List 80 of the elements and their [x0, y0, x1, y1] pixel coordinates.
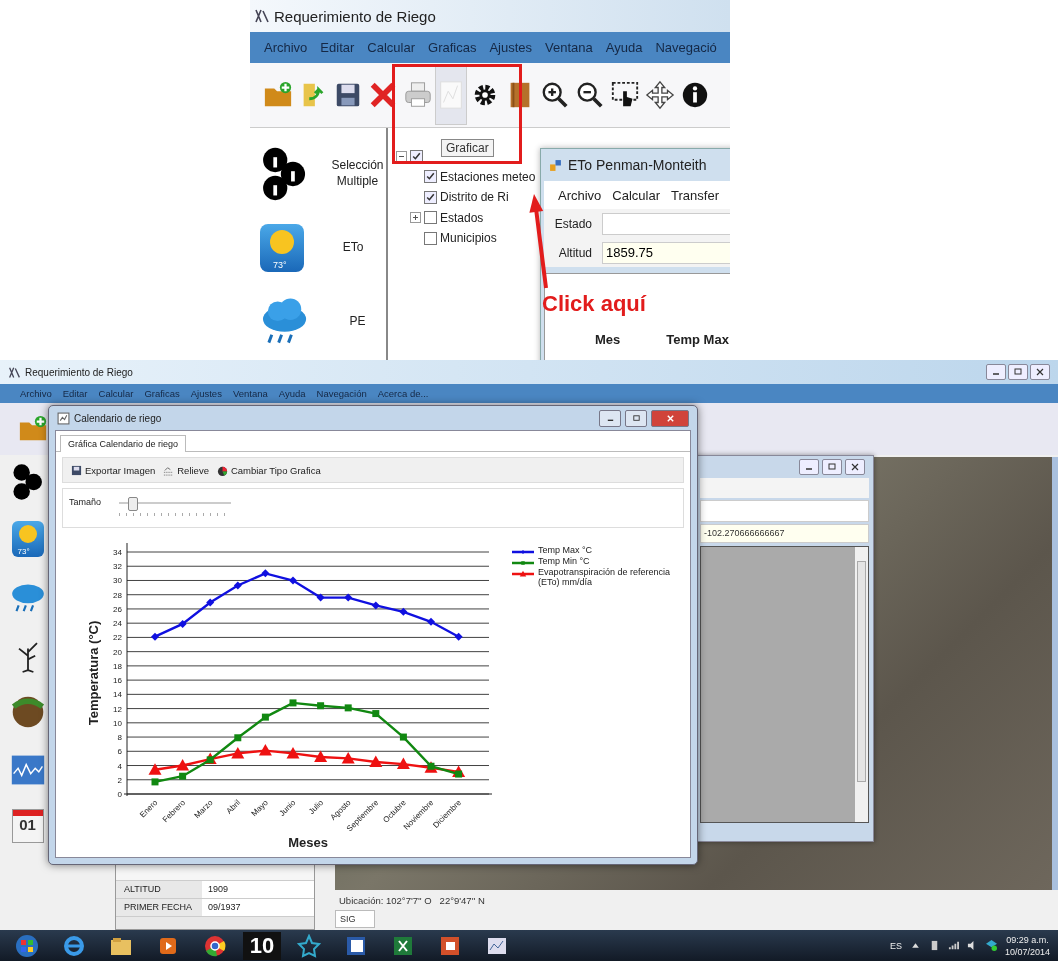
- taskbar-app[interactable]: 10: [243, 931, 281, 960]
- sidebar-label[interactable]: Selección Multiple: [329, 158, 386, 190]
- column-header: Mes: [595, 332, 621, 349]
- sidebar-label[interactable]: ETo: [324, 240, 382, 256]
- menu-item[interactable]: Archivo: [558, 187, 602, 203]
- language-indicator[interactable]: ES: [889, 940, 902, 951]
- table-cell: ALTITUD: [116, 881, 202, 898]
- coordinate-field[interactable]: -102.270666666667: [700, 524, 869, 543]
- map-tab[interactable]: SIG: [335, 910, 375, 928]
- menu-item[interactable]: Ayuda: [605, 40, 643, 55]
- menu-item[interactable]: Ajustes: [190, 388, 222, 399]
- field-label: Altitud: [557, 245, 592, 260]
- menu-item[interactable]: Acerca de...: [377, 388, 429, 399]
- y-tick-label: 28: [113, 590, 122, 600]
- y-tick-label: 34: [113, 548, 122, 557]
- y-tick-label: 4: [117, 761, 122, 771]
- menu-item[interactable]: Transfer: [671, 187, 719, 203]
- table-cell: 09/1937: [202, 899, 314, 916]
- table-cell: PRIMER FECHA: [116, 899, 202, 916]
- tree-item[interactable]: Estados: [440, 210, 484, 225]
- tree-item[interactable]: Estaciones meteo: [440, 169, 536, 184]
- weather-sun-icon[interactable]: 73°: [260, 224, 304, 272]
- taskbar-clock[interactable]: 09:29 a.m. 10/07/2014: [1004, 933, 1050, 958]
- input-field[interactable]: 1859.75: [602, 241, 730, 264]
- menu-item[interactable]: Calcular: [98, 388, 134, 399]
- y-axis-title: Temperatura (°C): [86, 620, 101, 726]
- menu-item[interactable]: Editar: [62, 388, 88, 399]
- menu-item[interactable]: Ayuda: [278, 388, 306, 399]
- sidebar-label[interactable]: PE: [329, 314, 386, 330]
- weather-sun-icon[interactable]: 73°: [11, 521, 44, 557]
- legend-label: Temp Max °C: [538, 545, 593, 555]
- relief-button[interactable]: Relieve: [161, 462, 211, 478]
- window-title: Calendario de riego: [74, 412, 163, 424]
- window-title: Requerimiento de Riego: [274, 7, 436, 25]
- legend-label: Evapotranspiración de referencia (ETo) mm/día: [538, 567, 672, 587]
- menu-item[interactable]: Calcular: [367, 40, 415, 55]
- tree-item[interactable]: Distrito de Ri: [440, 190, 509, 205]
- y-tick-label: 32: [113, 562, 122, 572]
- tree-item[interactable]: Municipios: [440, 231, 497, 246]
- y-tick-label: 24: [113, 619, 122, 629]
- menu-item[interactable]: Navegació: [655, 40, 717, 55]
- y-tick-label: 2: [117, 775, 122, 785]
- slider-label: Tamaño: [69, 497, 102, 507]
- x-axis-title: Meses: [288, 835, 328, 850]
- y-tick-label: 22: [113, 633, 122, 643]
- field-label: Estado: [553, 216, 592, 231]
- menu-item[interactable]: Graficas: [428, 40, 477, 55]
- menu-item[interactable]: Ventana: [545, 40, 593, 55]
- y-tick-label: 0: [117, 790, 122, 799]
- menu-item[interactable]: Ajustes: [489, 40, 533, 55]
- y-tick-label: 26: [113, 604, 122, 614]
- menu-item[interactable]: Navegación: [316, 388, 367, 399]
- y-tick-label: 16: [113, 676, 122, 686]
- export-image-button[interactable]: Exportar Imagen: [69, 462, 158, 478]
- y-tick-label: 30: [113, 576, 122, 586]
- window-title: ETo Penman-Monteith: [568, 157, 707, 173]
- menu-item[interactable]: Archivo: [264, 40, 308, 55]
- location-status: Ubicación: 102°7'7'' O 22°9'47'' N: [338, 894, 486, 908]
- tooltip: Graficar: [441, 139, 494, 157]
- y-tick-label: 10: [113, 718, 122, 728]
- y-tick-label: 6: [117, 747, 122, 757]
- menu-item[interactable]: Ventana: [232, 388, 268, 399]
- chart-type-button[interactable]: Cambiar Tipo Grafica: [214, 462, 323, 478]
- y-tick-label: 12: [113, 704, 122, 714]
- tab[interactable]: Gráfica Calendario de riego: [60, 435, 187, 452]
- calendar-icon[interactable]: 01: [11, 809, 44, 843]
- menu-item[interactable]: Graficas: [144, 388, 180, 399]
- column-header: Temp Max: [666, 332, 729, 349]
- legend-label: Temp Min °C: [538, 556, 590, 566]
- y-tick-label: 14: [113, 690, 122, 700]
- table-cell: 1909: [202, 881, 314, 898]
- callout-text: Click aquí: [542, 291, 646, 317]
- y-tick-label: 20: [113, 647, 122, 657]
- menu-item[interactable]: Editar: [320, 40, 355, 55]
- window-title: Requerimiento de Riego: [25, 366, 134, 378]
- menu-item[interactable]: Archivo: [20, 388, 52, 399]
- menu-item[interactable]: Calcular: [612, 187, 661, 203]
- y-tick-label: 8: [117, 733, 122, 743]
- x-tick-label: Julio: [307, 798, 325, 817]
- y-tick-label: 18: [113, 661, 122, 671]
